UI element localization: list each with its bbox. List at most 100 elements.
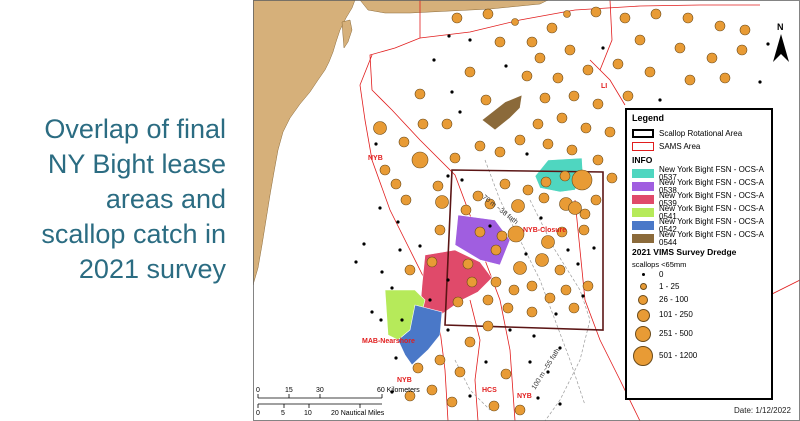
title-line-4: scallop catch in <box>41 219 226 249</box>
station-catch <box>464 336 476 348</box>
station-catch <box>474 226 486 238</box>
station-catch <box>578 224 590 236</box>
station-catch <box>434 354 446 366</box>
legend-class-1: 1 - 25 <box>632 281 767 293</box>
station-catch <box>522 184 534 196</box>
station-catch <box>571 169 593 191</box>
svg-text:0: 0 <box>256 387 260 394</box>
station-catch <box>582 64 594 76</box>
station-catch <box>449 152 461 164</box>
station-catch <box>460 204 472 216</box>
station-catch <box>494 36 506 48</box>
station-catch <box>482 294 494 306</box>
map-date: Date: 1/12/2022 <box>734 406 791 415</box>
station-catch <box>592 154 604 166</box>
legend-survey-sub: scallops <65mm <box>632 260 687 269</box>
station-catch <box>539 92 551 104</box>
station-catch <box>564 44 576 56</box>
station-catch <box>488 400 500 412</box>
legend-lease-label: New York Bight FSN - OCS-A 0544 <box>659 229 764 247</box>
station-zero-catch <box>378 206 382 210</box>
title-line-5: 2021 survey <box>78 254 226 284</box>
station-catch <box>441 118 453 130</box>
station-zero-catch <box>362 242 366 246</box>
station-catch <box>568 90 580 102</box>
station-zero-catch <box>379 318 383 322</box>
station-zero-catch <box>524 252 528 256</box>
lease-swatch <box>632 221 654 230</box>
station-catch <box>474 140 486 152</box>
station-catch <box>526 36 538 48</box>
legend-item-label: SAMS Area <box>659 141 701 151</box>
station-catch <box>556 112 568 124</box>
station-catch <box>719 72 731 84</box>
station-catch <box>568 302 580 314</box>
station-catch <box>451 12 463 24</box>
station-catch <box>400 194 412 206</box>
svg-text:5: 5 <box>281 410 285 417</box>
station-catch <box>435 195 449 209</box>
station-catch <box>511 18 519 26</box>
station-catch <box>417 118 429 130</box>
label-nyb-2: NYB <box>397 377 412 384</box>
slide-title: Overlap of final NY Bight lease areas an… <box>0 112 226 287</box>
station-catch <box>714 20 726 32</box>
station-catch <box>568 201 582 215</box>
station-catch <box>532 118 544 130</box>
station-catch <box>514 134 526 146</box>
station-catch <box>499 178 511 190</box>
station-zero-catch <box>539 216 543 220</box>
station-zero-catch <box>400 318 404 322</box>
catch-circle-icon <box>635 325 651 342</box>
station-catch <box>526 306 538 318</box>
station-catch <box>426 384 438 396</box>
station-catch <box>546 22 558 34</box>
lease-swatch <box>632 169 654 178</box>
station-zero-catch <box>504 64 508 68</box>
station-catch <box>582 280 594 292</box>
station-zero-catch <box>418 244 422 248</box>
station-catch <box>454 366 466 378</box>
station-catch <box>466 276 478 288</box>
station-catch <box>521 70 533 82</box>
station-zero-catch <box>558 402 562 406</box>
legend-class-0: 0 <box>632 269 767 281</box>
station-catch <box>508 284 520 296</box>
station-zero-catch <box>592 246 596 250</box>
svg-text:10: 10 <box>304 410 312 417</box>
station-zero-catch <box>458 110 462 114</box>
station-catch <box>634 34 646 46</box>
legend-class-label: 251 - 500 <box>659 328 693 338</box>
station-catch <box>559 170 571 182</box>
station-zero-catch <box>576 262 580 266</box>
station-catch <box>604 126 616 138</box>
legend-class-3: 101 - 250 <box>632 307 767 324</box>
station-catch <box>736 44 748 56</box>
label-nyb-1: NYB <box>368 155 383 162</box>
station-catch <box>434 224 446 236</box>
legend-item-label: Scallop Rotational Area <box>659 128 743 138</box>
station-zero-catch <box>484 360 488 364</box>
label-nyb-closure: NYB-Closure <box>523 227 566 234</box>
station-catch <box>540 176 552 188</box>
station-catch <box>507 225 525 243</box>
station-catch <box>706 52 718 64</box>
legend-class-4: 251 - 500 <box>632 324 767 344</box>
svg-text:30: 30 <box>316 387 324 394</box>
station-catch <box>452 296 464 308</box>
station-catch <box>446 396 458 408</box>
station-zero-catch <box>396 220 400 224</box>
station-catch <box>411 151 429 169</box>
station-zero-catch <box>446 328 450 332</box>
station-zero-catch <box>581 294 585 298</box>
svg-text:0: 0 <box>256 410 260 417</box>
catch-circle-icon <box>636 308 650 322</box>
station-catch <box>612 58 624 70</box>
station-catch <box>379 164 391 176</box>
svg-text:N: N <box>777 22 784 32</box>
station-zero-catch <box>758 80 762 84</box>
station-catch <box>482 320 494 332</box>
station-zero-catch <box>460 178 464 182</box>
station-zero-catch <box>374 142 378 146</box>
station-catch <box>490 244 502 256</box>
